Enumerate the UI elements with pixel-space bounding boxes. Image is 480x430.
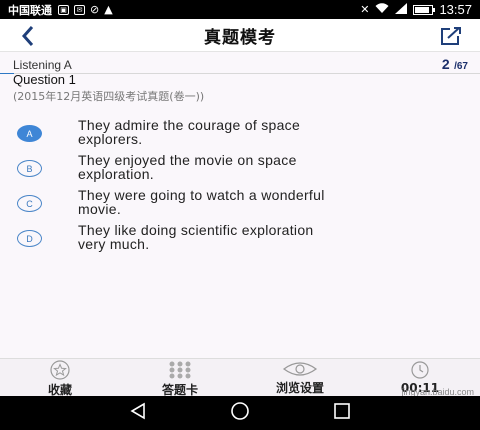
total-questions: /67 [454, 61, 468, 72]
signal-notification-icon: ▲ [104, 3, 113, 16]
vibrate-icon: ✕ [360, 3, 370, 16]
section-name: Listening A [13, 58, 72, 72]
star-icon [49, 360, 71, 380]
option-d-text: They like doing scientific exploration ve… [78, 222, 314, 252]
home-circle-icon[interactable] [229, 400, 251, 426]
tab-view-settings-label: 浏览设置 [275, 381, 324, 395]
option-c[interactable]: C They were going to watch a wonderful mo… [17, 188, 457, 216]
option-a-letter: A [17, 125, 42, 142]
chevron-left-icon [21, 26, 34, 46]
option-b-text: They enjoyed the movie on space explorati… [78, 152, 297, 182]
back-button[interactable] [14, 22, 42, 50]
option-d[interactable]: D They like doing scientific exploration… [17, 223, 457, 251]
image-notification-icon: ▣ [58, 4, 69, 15]
option-b[interactable]: B They enjoyed the movie on space explora… [17, 153, 457, 181]
page-title: 真题模考 [204, 27, 276, 48]
system-navigation-bar [0, 396, 480, 430]
option-c-text: They were going to watch a wonderful movi… [78, 187, 325, 217]
clock-icon [409, 360, 431, 380]
option-c-letter: C [17, 195, 42, 212]
eye-icon [282, 360, 318, 378]
battery-fill [415, 6, 430, 13]
status-time: 13:57 [439, 2, 472, 17]
tab-favorite[interactable]: 收藏 [0, 359, 120, 397]
edit-button[interactable] [438, 23, 464, 49]
carrier-name: 中国联通 [8, 3, 52, 17]
option-a[interactable]: A They admire the courage of space explor… [17, 118, 457, 146]
wifi-icon [375, 2, 389, 17]
no-disturb-icon: ⊘ [90, 3, 100, 16]
option-d-letter: D [17, 230, 42, 247]
question-source: (2015年12月英语四级考试真题(卷一)) [13, 90, 205, 103]
question-title: Question 1 [13, 72, 76, 87]
tab-view-settings[interactable]: 浏览设置 [240, 359, 360, 396]
option-a-text: They admire the courage of space explorer… [78, 117, 301, 147]
tab-answer-card[interactable]: 答题卡 [120, 359, 240, 397]
question-panel: Listening A 2 /67 Question 1 (2015年12月英语… [0, 52, 480, 358]
header-bar: 真题模考 [0, 19, 480, 52]
app-notification-icon: ✉ [74, 4, 85, 15]
back-triangle-icon[interactable] [129, 402, 147, 424]
option-b-letter: B [17, 160, 42, 177]
question-counter: 2 /67 [442, 56, 468, 74]
recent-apps-icon[interactable] [333, 402, 351, 424]
status-bar: 中国联通 ▣ ✉ ⊘ ▲ ✕ 13:57 [0, 0, 480, 19]
current-question-number: 2 [441, 56, 450, 72]
grid-icon [165, 360, 195, 380]
edit-icon [441, 27, 461, 45]
battery-icon [413, 4, 436, 15]
cell-signal-icon [395, 2, 408, 17]
